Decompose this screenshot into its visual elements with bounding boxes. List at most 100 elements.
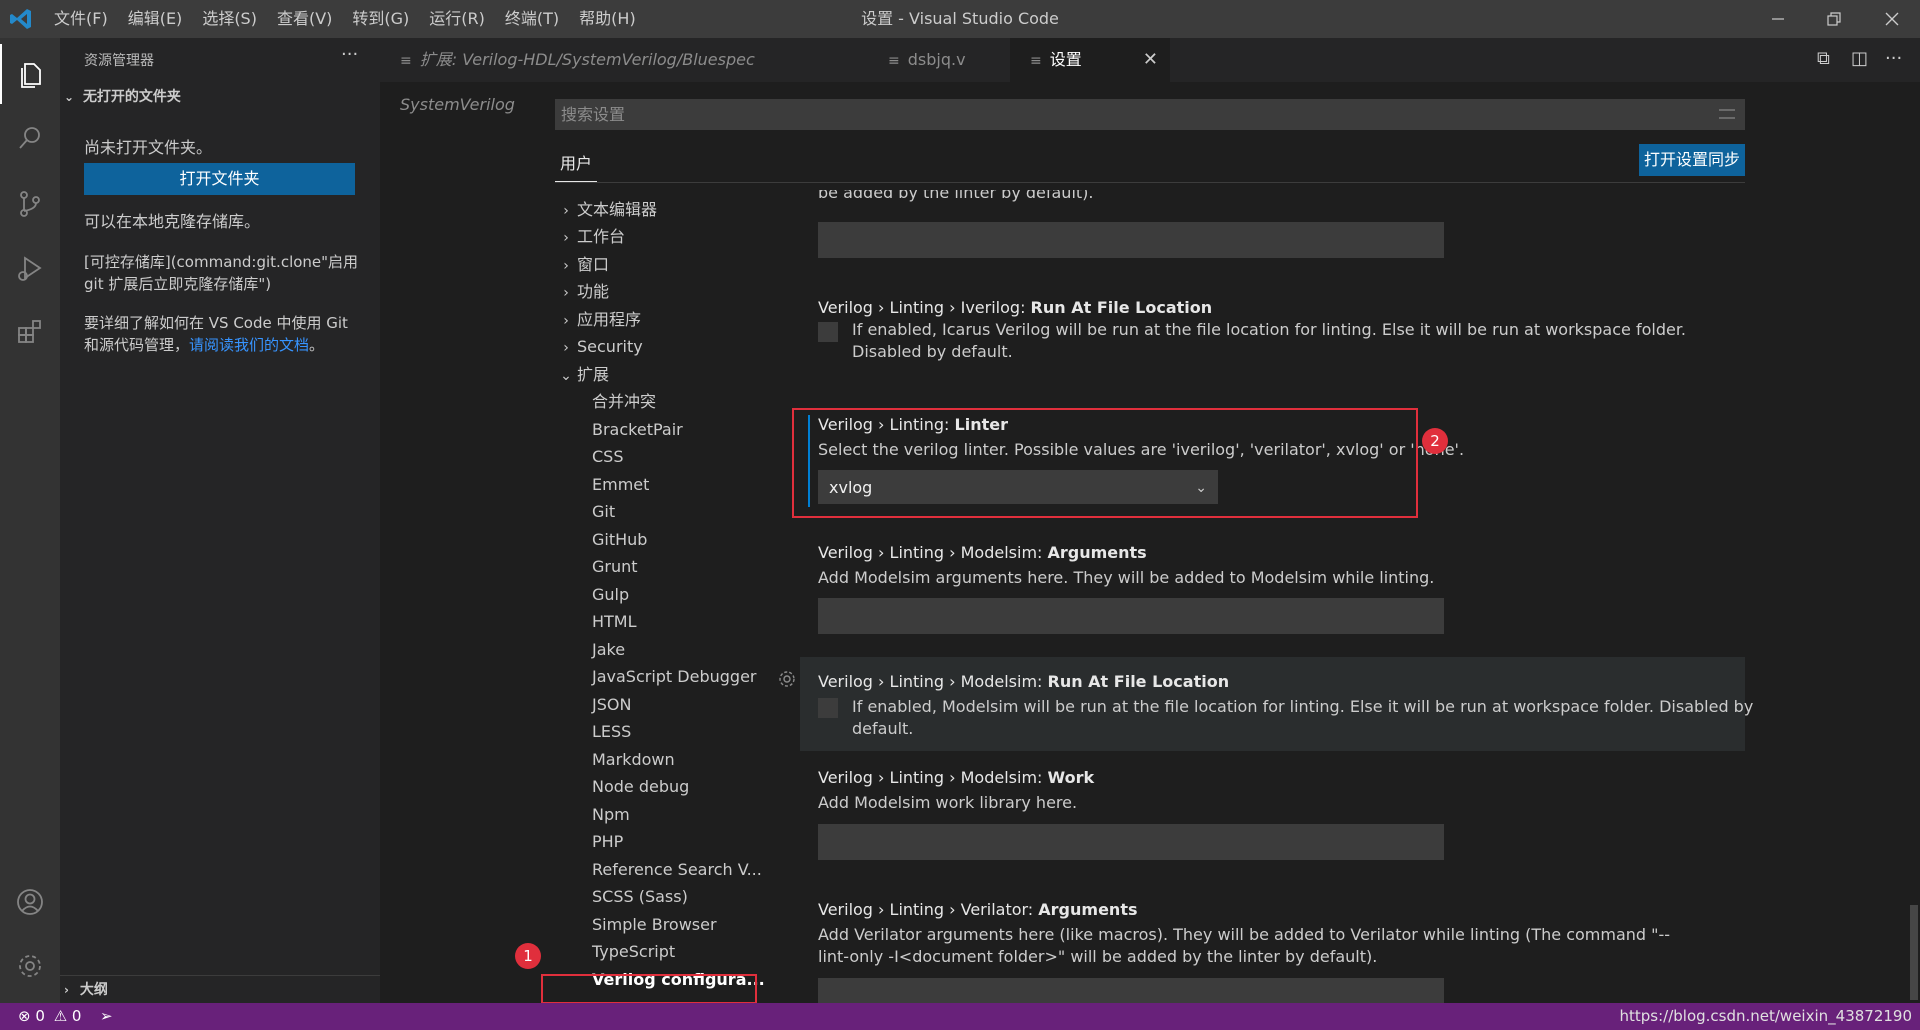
setting-category: Verilog › Linting › Modelsim: xyxy=(818,672,1048,691)
split-editor-icon[interactable]: ◫ xyxy=(1851,48,1868,69)
toc-security[interactable]: › Security xyxy=(555,333,643,361)
minimize-button[interactable] xyxy=(1750,0,1806,38)
menu-terminal[interactable]: 终端(T) xyxy=(495,0,569,38)
filter-icon[interactable] xyxy=(1719,109,1735,119)
settings-sync-button[interactable]: 打开设置同步 xyxy=(1639,144,1745,176)
warning-count: 0 xyxy=(71,1007,82,1025)
learn-more-text: 要详细了解如何在 VS Code 中使用 Git 和源代码管理，请阅读我们的文档… xyxy=(84,312,366,356)
error-icon: ⊗ xyxy=(18,1007,31,1025)
menu-run[interactable]: 运行(R) xyxy=(419,0,495,38)
tab-extension[interactable]: ≡ 扩展: Verilog-HDL/SystemVerilog/Bluespec … xyxy=(380,38,868,114)
clone-text: 可以在本地克隆存储库。 xyxy=(84,212,261,231)
search-view-button[interactable] xyxy=(0,108,60,168)
iverilog-run-at-file-location-checkbox[interactable] xyxy=(818,322,838,342)
toc-ext-item[interactable]: Jake xyxy=(592,636,625,664)
toc-ext-item[interactable]: Git xyxy=(592,498,615,526)
setting-title: Verilog › Linting › Modelsim: Arguments xyxy=(818,542,1718,564)
settings-search-input[interactable]: 搜索设置 xyxy=(555,99,1745,130)
toc-ext-item[interactable]: CSS xyxy=(592,443,623,471)
toc-window[interactable]: › 窗口 xyxy=(555,251,609,279)
menu-help[interactable]: 帮助(H) xyxy=(569,0,646,38)
toc-application[interactable]: › 应用程序 xyxy=(555,306,641,334)
explorer-button[interactable] xyxy=(0,44,60,104)
menu-edit[interactable]: 编辑(E) xyxy=(118,0,193,38)
problems-indicator[interactable]: ⊗ 0 ⚠ 0 xyxy=(18,1003,81,1030)
annotation-box-verilog-config xyxy=(541,974,757,1004)
scrollbar-thumb[interactable] xyxy=(1910,905,1918,1000)
manage-button[interactable] xyxy=(0,936,60,996)
setting-text-input[interactable] xyxy=(818,222,1444,258)
live-share-icon[interactable]: ➢ xyxy=(100,1003,113,1030)
setting-gear-icon[interactable] xyxy=(778,670,796,688)
chevron-down-icon: ⌄ xyxy=(560,368,572,384)
toc-text-editor[interactable]: › 文本编辑器 xyxy=(555,196,657,224)
source-control-button[interactable] xyxy=(0,174,60,234)
toc-ext-item[interactable]: BracketPair xyxy=(592,416,683,444)
toc-features[interactable]: › 功能 xyxy=(555,278,609,306)
more-editor-actions-icon[interactable]: ··· xyxy=(1885,48,1902,69)
toc-ext-item[interactable]: 合并冲突 xyxy=(592,388,656,416)
toc-workbench[interactable]: › 工作台 xyxy=(555,223,625,251)
extensions-button[interactable] xyxy=(0,302,60,362)
chevron-right-icon: › xyxy=(64,983,69,997)
tab-settings[interactable]: ≡ 设置 ✕ xyxy=(1010,38,1170,82)
toc-ext-item[interactable]: Markdown xyxy=(592,746,675,774)
toc-ext-item[interactable]: Emmet xyxy=(592,471,649,499)
setting-verilator-arguments: Verilog › Linting › Verilator: Arguments… xyxy=(818,899,1688,968)
toc-ext-item[interactable]: LESS xyxy=(592,718,631,746)
tab-user-settings[interactable]: 用户 xyxy=(555,144,597,182)
toc-ext-item[interactable]: Gulp xyxy=(592,581,629,609)
file-icon: ≡ xyxy=(888,53,900,69)
toc-ext-item[interactable]: HTML xyxy=(592,608,637,636)
open-folder-button[interactable]: 打开文件夹 xyxy=(84,163,355,195)
outline-section-header[interactable]: › 大纲 xyxy=(60,975,380,1003)
setting-description: Add Verilator arguments here (like macro… xyxy=(818,925,1671,966)
minimize-icon xyxy=(1772,18,1784,20)
account-icon xyxy=(17,889,43,915)
setting-category: Verilog › Linting › Modelsim: xyxy=(818,543,1048,562)
toc-extensions[interactable]: ⌄ 扩展 xyxy=(555,361,609,389)
status-bar: ⊗ 0 ⚠ 0 ➢ https://blog.csdn.net/weixin_4… xyxy=(0,1003,1920,1030)
source-control-icon xyxy=(20,191,40,217)
docs-link[interactable]: 请阅读我们的文档 xyxy=(189,336,309,354)
toc-ext-item[interactable]: Reference Search V... xyxy=(592,856,762,884)
annotation-marker-1: 1 xyxy=(515,943,541,969)
more-actions-icon[interactable]: ··· xyxy=(341,44,358,65)
divider xyxy=(555,182,1745,183)
toc-ext-item[interactable]: JSON xyxy=(592,691,631,719)
tab-dsbjq[interactable]: ≡ dsbjq.v xyxy=(868,38,1010,82)
restore-button[interactable] xyxy=(1806,0,1862,38)
modelsim-arguments-input[interactable] xyxy=(818,598,1444,634)
menu-bar: 文件(F) 编辑(E) 选择(S) 查看(V) 转到(G) 运行(R) 终端(T… xyxy=(44,0,646,38)
menu-selection[interactable]: 选择(S) xyxy=(192,0,267,38)
menu-file[interactable]: 文件(F) xyxy=(44,0,118,38)
setting-description: If enabled, Icarus Verilog will be run a… xyxy=(852,320,1687,361)
modelsim-work-input[interactable] xyxy=(818,824,1444,860)
modelsim-run-at-file-location-checkbox[interactable] xyxy=(818,698,838,718)
toc-ext-item[interactable]: PHP xyxy=(592,828,623,856)
toc-ext-item[interactable]: Node debug xyxy=(592,773,689,801)
menu-view[interactable]: 查看(V) xyxy=(267,0,342,38)
toc-ext-item[interactable]: Simple Browser xyxy=(592,911,717,939)
setting-category: Verilog › Linting › Verilator: xyxy=(818,900,1039,919)
chevron-right-icon: › xyxy=(563,203,569,219)
toc-label: 工作台 xyxy=(577,227,626,246)
toc-ext-item[interactable]: TypeScript xyxy=(592,938,675,966)
extensions-icon xyxy=(18,320,41,343)
close-tab-icon[interactable]: ✕ xyxy=(1143,38,1158,82)
toc-ext-item[interactable]: GitHub xyxy=(592,526,647,554)
run-debug-button[interactable] xyxy=(0,238,60,298)
toc-ext-item[interactable]: Grunt xyxy=(592,553,638,581)
menu-go[interactable]: 转到(G) xyxy=(342,0,419,38)
verilator-arguments-input[interactable] xyxy=(818,978,1444,1003)
open-settings-json-icon[interactable]: ⧉ xyxy=(1817,48,1830,69)
toc-ext-item[interactable]: Npm xyxy=(592,801,630,829)
toc-ext-item[interactable]: SCSS (Sass) xyxy=(592,883,688,911)
clone-repo-text: [可控存储库](command:git.clone"启用 git 扩展后立即克隆… xyxy=(84,253,359,293)
accounts-button[interactable] xyxy=(0,872,60,932)
close-window-button[interactable] xyxy=(1864,0,1920,38)
settings-file-icon: ≡ xyxy=(1030,53,1042,69)
setting-description: If enabled, Modelsim will be run at the … xyxy=(852,697,1754,738)
toc-ext-item[interactable]: JavaScript Debugger xyxy=(592,663,756,691)
no-folder-section-header[interactable]: ⌄ 无打开的文件夹 xyxy=(64,86,181,106)
